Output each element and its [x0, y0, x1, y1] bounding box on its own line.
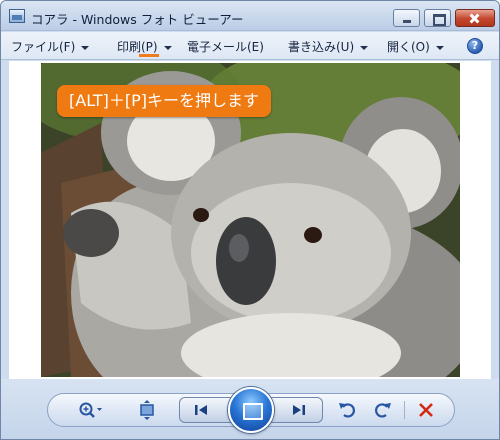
previous-icon-graphic — [195, 405, 207, 415]
menu-email[interactable]: 電子メール(E) — [187, 38, 264, 55]
menu-print[interactable]: 印刷(P) — [117, 38, 172, 55]
menu-open-label: 開く(O) — [387, 40, 430, 54]
bottom-toolbar — [1, 379, 499, 439]
minimize-button[interactable] — [393, 9, 420, 27]
menu-print-label: 印刷(P) — [117, 40, 158, 54]
slideshow-icon[interactable] — [228, 387, 274, 433]
instruction-callout: [ALT]＋[P]キーを押します — [57, 85, 272, 117]
chevron-down-icon — [163, 45, 172, 50]
menu-burn[interactable]: 書き込み(U) — [288, 38, 369, 55]
print-highlight-underline — [139, 54, 159, 57]
zoom-icon-graphic — [79, 402, 102, 418]
next-icon[interactable] — [289, 401, 309, 419]
fit-icon-graphic — [140, 400, 154, 420]
next-icon-graphic — [293, 405, 305, 415]
fit-to-window-icon[interactable] — [134, 399, 160, 421]
rotate-counterclockwise-icon[interactable] — [335, 399, 361, 421]
menu-file[interactable]: ファイル(F) — [11, 38, 90, 55]
photo-viewer-window: コアラ - Windows フォト ビューアー ファイル(F) 印刷(P) 電子… — [0, 0, 500, 440]
menu-email-label: 電子メール(E) — [187, 40, 264, 54]
chevron-down-icon — [360, 45, 369, 50]
title-bar: コアラ - Windows フォト ビューアー — [1, 1, 499, 31]
menu-file-label: ファイル(F) — [11, 40, 76, 54]
delete-icon-graphic — [419, 403, 433, 417]
zoom-icon[interactable] — [77, 399, 103, 421]
previous-icon[interactable] — [191, 401, 211, 419]
rotate-clockwise-icon[interactable] — [369, 399, 395, 421]
menu-open[interactable]: 開く(O) — [387, 38, 444, 55]
menu-burn-label: 書き込み(U) — [288, 40, 355, 54]
maximize-button[interactable] — [424, 9, 451, 27]
rotate-ccw-graphic — [339, 403, 355, 418]
menu-bar: ファイル(F) 印刷(P) 電子メール(E) 書き込み(U) 開く(O) — [1, 32, 499, 60]
app-icon — [9, 9, 25, 23]
delete-icon[interactable] — [415, 399, 437, 421]
close-button[interactable] — [455, 9, 495, 27]
chevron-down-icon — [435, 45, 444, 50]
help-icon[interactable]: ? — [467, 38, 483, 54]
toolbar-separator — [404, 401, 405, 419]
rotate-cw-graphic — [375, 403, 391, 418]
window-title: コアラ - Windows フォト ビューアー — [31, 12, 244, 27]
chevron-down-icon — [81, 45, 90, 50]
